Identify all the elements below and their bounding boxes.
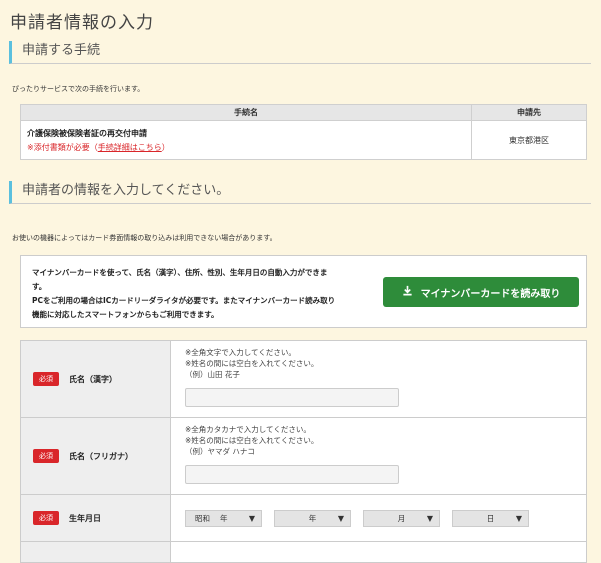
name-kana-hint-2: ※姓名の間には空白を入れてください。 xyxy=(185,436,319,445)
chevron-down-icon: ▼ xyxy=(248,513,255,523)
mynumber-description: マイナンバーカードを使って、氏名（漢字）、住所、性別、生年月日の自動入力ができま… xyxy=(32,266,382,322)
table-row: 介護保険被保険者証の再交付申請 ※添付書類が必要（手続詳細はこちら） 東京都港区 xyxy=(20,120,587,160)
applicant-form: 必須 氏名（漢字） ※全角文字で入力してください。 ※姓名の間には空白を入れてく… xyxy=(20,340,587,563)
dob-label-cell: 必須 生年月日 xyxy=(21,495,171,541)
year-select[interactable]: 年 ▼ xyxy=(274,509,351,527)
download-icon xyxy=(402,285,413,299)
mynumber-line-3: PCをご利用の場合はICカードリーダライタが必要です。またマイナンバーカード読み… xyxy=(32,296,336,305)
attachment-required-close: ） xyxy=(161,142,170,152)
name-kanji-hint-1: ※全角文字で入力してください。 xyxy=(185,348,296,357)
name-kana-label: 氏名（フリガナ） xyxy=(69,451,133,461)
required-badge: 必須 xyxy=(33,511,59,525)
procedure-cell: 介護保険被保険者証の再交付申請 ※添付書類が必要（手続詳細はこちら） xyxy=(20,120,472,160)
procedure-note: ぴったりサービスで次の手続を行います。 xyxy=(12,85,145,93)
mynumber-line-2: す。 xyxy=(32,282,47,291)
name-kana-example: （例）ヤマダ ハナコ xyxy=(185,447,255,456)
next-content xyxy=(171,542,586,562)
procedure-destination: 東京都港区 xyxy=(471,120,587,160)
name-kana-label-cell: 必須 氏名（フリガナ） xyxy=(21,418,171,494)
chevron-down-icon: ▼ xyxy=(515,513,522,523)
chevron-down-icon: ▼ xyxy=(426,513,433,523)
required-badge: 必須 xyxy=(33,372,59,386)
day-select[interactable]: 日 ▼ xyxy=(452,509,529,527)
name-kana-hint-1: ※全角カタカナで入力してください。 xyxy=(185,425,311,434)
form-row-dob: 必須 生年月日 昭和 年 ▼ 年 ▼ 月 ▼ 日 ▼ xyxy=(21,495,586,542)
name-kanji-hint-2: ※姓名の間には空白を入れてください。 xyxy=(185,359,319,368)
read-mynumber-card-button[interactable]: マイナンバーカードを読み取り xyxy=(383,277,579,307)
name-kanji-input[interactable] xyxy=(185,388,399,407)
month-value: 月 xyxy=(397,513,406,523)
era-year-value: 年 xyxy=(220,513,228,523)
day-value: 日 xyxy=(486,513,495,523)
name-kanji-content: ※全角文字で入力してください。 ※姓名の間には空白を入れてください。 （例）山田… xyxy=(171,341,586,417)
applicant-section-heading: 申請者の情報を入力してください。 xyxy=(9,181,591,204)
name-kana-input[interactable] xyxy=(185,465,399,484)
procedure-col-name: 手続名 xyxy=(20,104,472,121)
required-badge: 必須 xyxy=(33,449,59,463)
dob-selects: 昭和 年 ▼ 年 ▼ 月 ▼ 日 ▼ xyxy=(185,501,572,535)
procedure-section-heading: 申請する手続 xyxy=(9,41,591,64)
year-value: 年 xyxy=(308,513,317,523)
era-select[interactable]: 昭和 年 ▼ xyxy=(185,509,262,527)
procedure-col-destination: 申請先 xyxy=(471,104,587,121)
chevron-down-icon: ▼ xyxy=(337,513,344,523)
form-row-name-kanji: 必須 氏名（漢字） ※全角文字で入力してください。 ※姓名の間には空白を入れてく… xyxy=(21,341,586,418)
name-kanji-label: 氏名（漢字） xyxy=(69,374,117,384)
name-kana-content: ※全角カタカナで入力してください。 ※姓名の間には空白を入れてください。 （例）… xyxy=(171,418,586,494)
attachment-required-note: ※添付書類が必要（手続詳細はこちら） xyxy=(27,142,465,153)
name-kanji-label-cell: 必須 氏名（漢字） xyxy=(21,341,171,417)
name-kanji-example: （例）山田 花子 xyxy=(185,370,240,379)
month-select[interactable]: 月 ▼ xyxy=(363,509,440,527)
page-title: 申請者情報の入力 xyxy=(10,13,154,33)
procedure-table: 手続名 申請先 介護保険被保険者証の再交付申請 ※添付書類が必要（手続詳細はこち… xyxy=(20,104,587,160)
attachment-required-text: ※添付書類が必要（ xyxy=(27,142,98,152)
mynumber-card-panel: マイナンバーカードを使って、氏名（漢字）、住所、性別、生年月日の自動入力ができま… xyxy=(20,255,587,328)
dob-label: 生年月日 xyxy=(69,513,101,523)
era-value: 昭和 xyxy=(195,513,210,523)
read-mynumber-card-label: マイナンバーカードを読み取り xyxy=(420,288,561,300)
next-label-cell xyxy=(21,542,171,562)
mynumber-line-4: 機能に対応したスマートフォンからもご利用できます。 xyxy=(32,310,219,319)
form-row-name-kana: 必須 氏名（フリガナ） ※全角カタカナで入力してください。 ※姓名の間には空白を… xyxy=(21,418,586,495)
procedure-details-link[interactable]: 手続詳細はこちら xyxy=(98,143,162,152)
dob-content: 昭和 年 ▼ 年 ▼ 月 ▼ 日 ▼ xyxy=(171,495,586,541)
procedure-name: 介護保険被保険者証の再交付申請 xyxy=(27,128,147,138)
form-row-next xyxy=(21,542,586,562)
applicant-note: お使いの機器によってはカード券面情報の取り込みは利用できない場合があります。 xyxy=(12,234,277,242)
mynumber-line-1: マイナンバーカードを使って、氏名（漢字）、住所、性別、生年月日の自動入力ができま xyxy=(32,268,328,277)
